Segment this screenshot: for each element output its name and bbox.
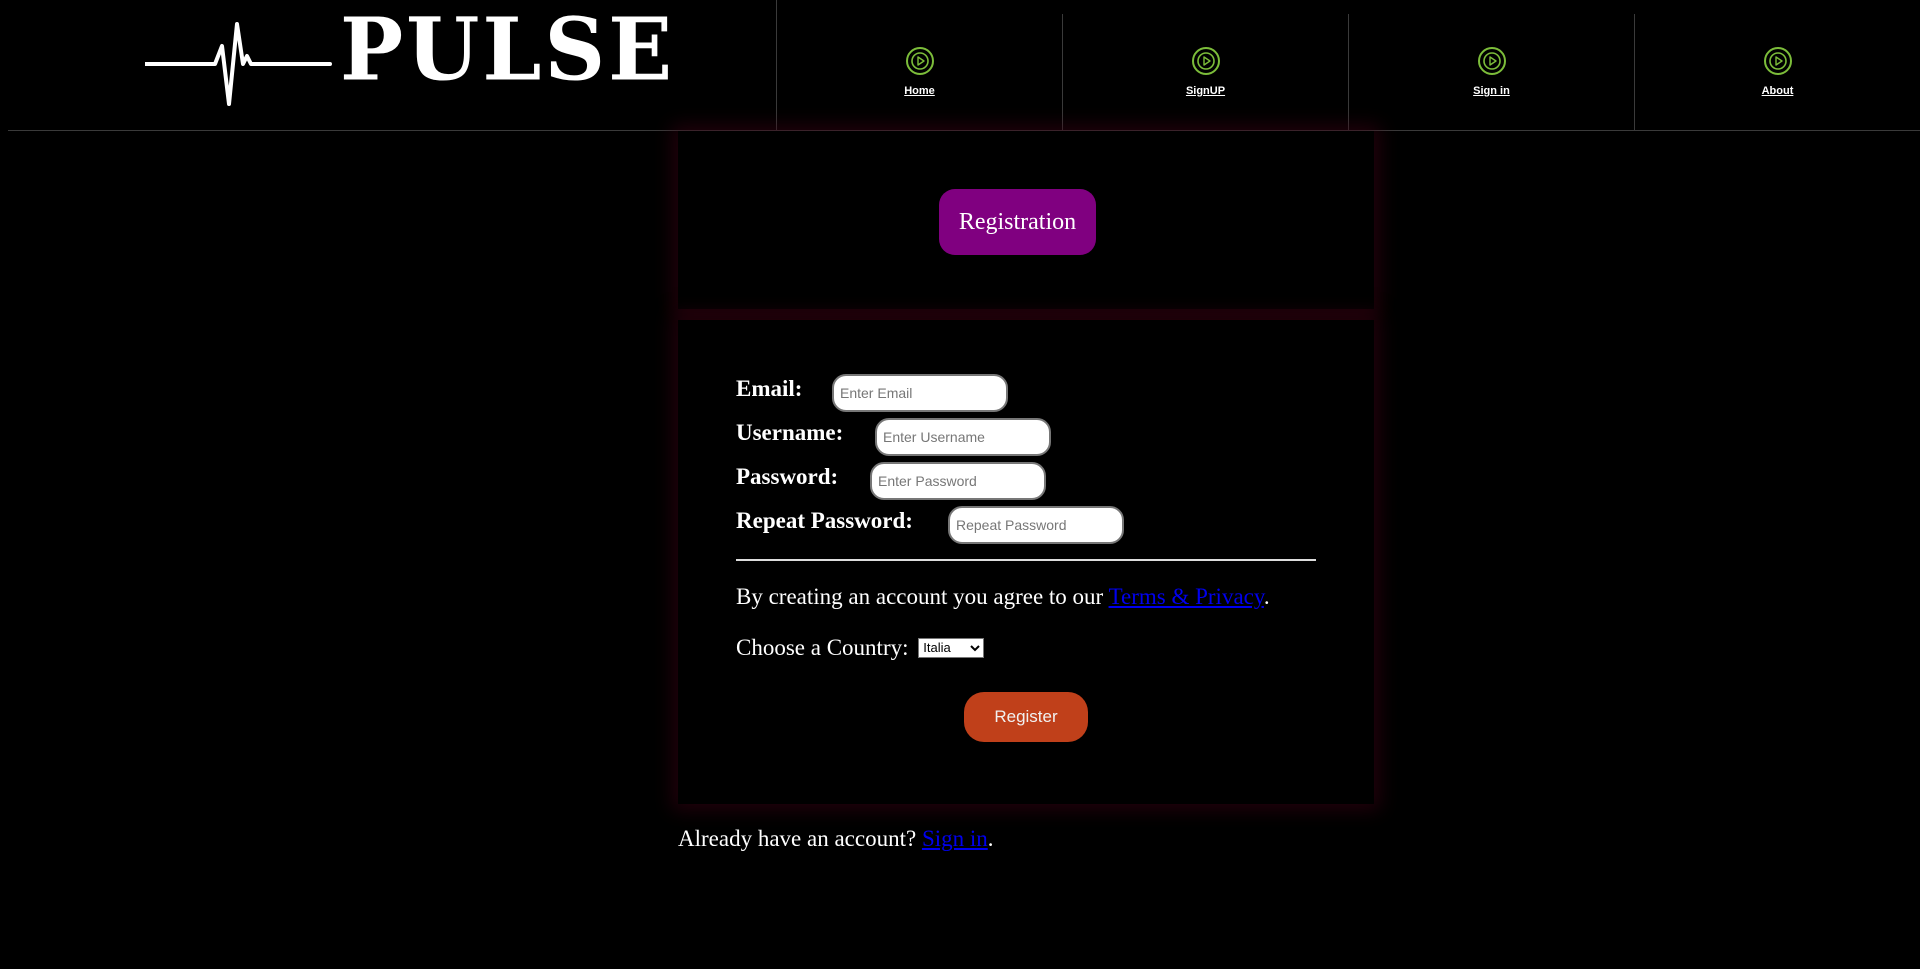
- terms-notice: By creating an account you agree to our …: [736, 584, 1270, 610]
- nav-label-signup[interactable]: SignUP: [1063, 85, 1348, 97]
- signin-prompt-text: Already have an account?: [678, 826, 922, 851]
- repeat-password-label: Repeat Password:: [736, 508, 913, 533]
- terms-text: By creating an account you agree to our: [736, 584, 1109, 609]
- play-circle-icon: [905, 47, 934, 75]
- username-field[interactable]: [875, 418, 1051, 456]
- nav-label-home[interactable]: Home: [777, 85, 1062, 97]
- country-label: Choose a Country:: [736, 635, 909, 660]
- email-label: Email:: [736, 376, 803, 401]
- pulse-logo[interactable]: PULSE: [145, 7, 672, 110]
- play-circle-icon: [1477, 47, 1506, 75]
- play-circle-icon: [1763, 47, 1792, 75]
- form-divider: [736, 559, 1316, 561]
- terms-suffix: .: [1263, 584, 1270, 609]
- nav-label-about[interactable]: About: [1635, 85, 1920, 97]
- nav-item-about[interactable]: About: [1634, 14, 1920, 130]
- registration-header-panel: Registration: [678, 131, 1374, 309]
- country-select[interactable]: Italia: [918, 637, 985, 658]
- nav-item-home[interactable]: Home: [776, 0, 1062, 130]
- terms-privacy-link[interactable]: Terms & Privacy: [1109, 584, 1264, 609]
- nav-item-signup[interactable]: SignUP: [1062, 14, 1348, 130]
- username-label: Username:: [736, 420, 844, 445]
- nav-item-signin[interactable]: Sign in: [1348, 14, 1634, 130]
- registration-form: Email: Username: Password: Repeat Passwo…: [678, 320, 1374, 804]
- repeat-password-field[interactable]: [948, 506, 1124, 544]
- signin-link[interactable]: Sign in: [922, 826, 988, 851]
- main-nav: Home SignUP Sign in About: [776, 0, 1920, 130]
- site-header: PULSE Home SignUP Sign in About: [8, 0, 1920, 131]
- password-label: Password:: [736, 464, 839, 489]
- register-button[interactable]: Register: [964, 692, 1088, 742]
- country-row: Choose a Country: Italia: [736, 635, 985, 661]
- registration-title: Registration: [939, 189, 1096, 255]
- password-field[interactable]: [870, 462, 1046, 500]
- brand-name: PULSE: [340, 0, 676, 100]
- play-circle-icon: [1191, 47, 1220, 75]
- signin-prompt-suffix: .: [987, 826, 994, 851]
- email-field[interactable]: [832, 374, 1008, 412]
- nav-label-signin[interactable]: Sign in: [1349, 85, 1634, 97]
- signin-prompt: Already have an account? Sign in.: [678, 826, 994, 852]
- heartbeat-icon: [145, 22, 332, 106]
